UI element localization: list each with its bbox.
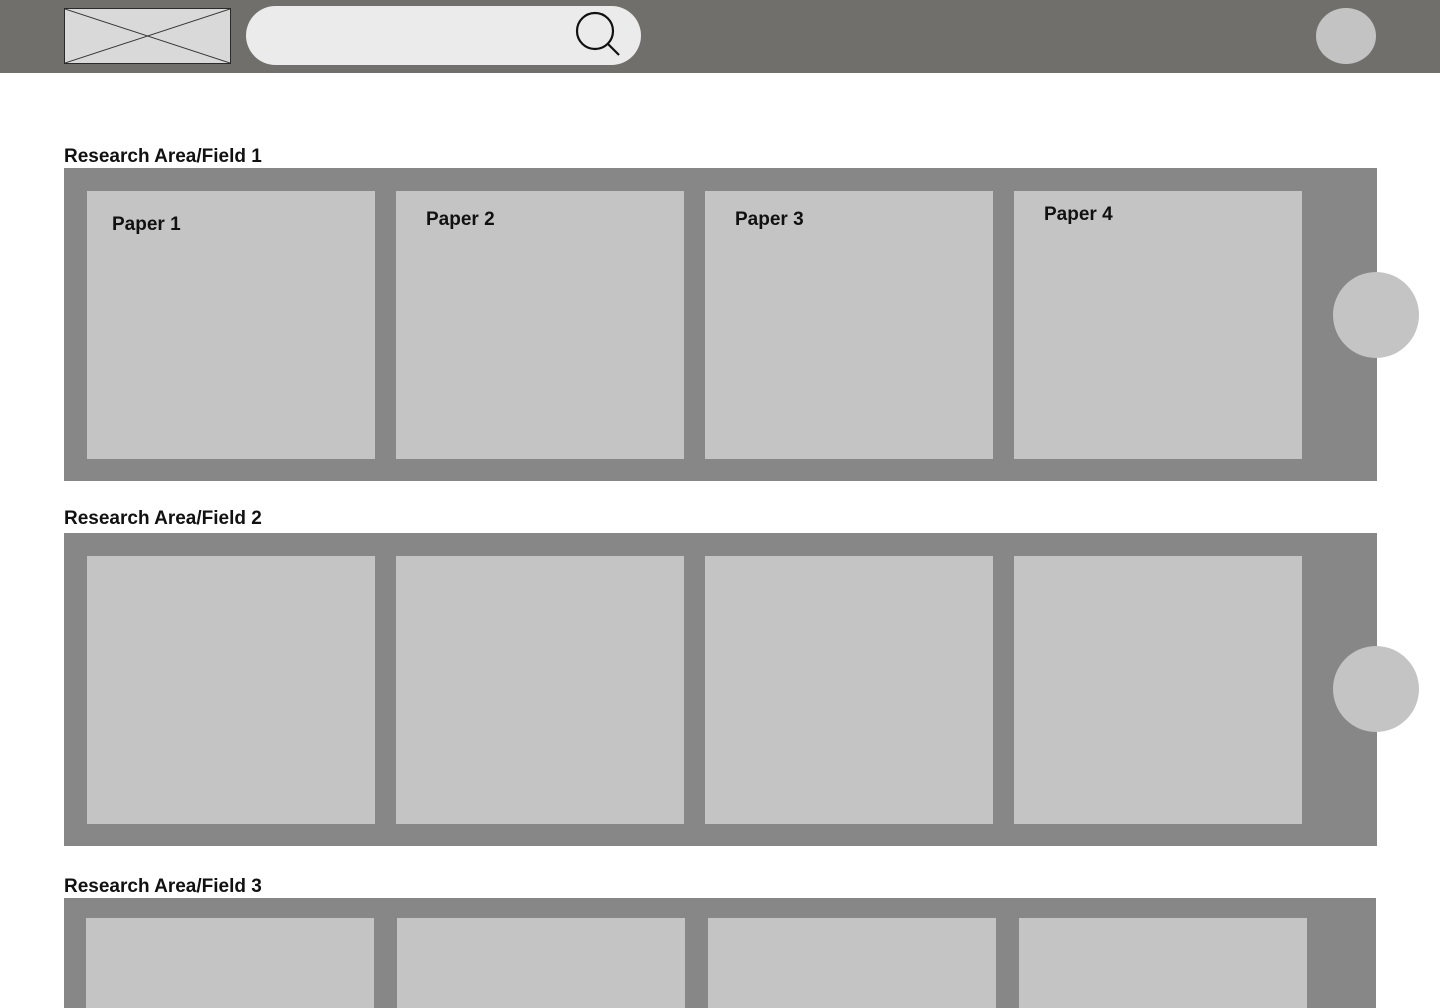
logo-placeholder-icon[interactable]	[64, 8, 231, 64]
paper-card[interactable]	[397, 918, 685, 1008]
paper-card[interactable]: Paper 1	[87, 191, 375, 459]
paper-title: Paper 2	[426, 209, 495, 230]
paper-carousel	[64, 898, 1376, 1008]
paper-title: Paper 4	[1044, 204, 1113, 225]
paper-card[interactable]: Paper 3	[705, 191, 993, 459]
next-arrow-button[interactable]	[1333, 272, 1419, 358]
paper-card[interactable]	[1014, 556, 1302, 824]
avatar[interactable]	[1316, 8, 1376, 64]
paper-card[interactable]: Paper 2	[396, 191, 684, 459]
paper-carousel: Paper 1 Paper 2 Paper 3 Paper 4	[64, 168, 1377, 481]
paper-card[interactable]	[396, 556, 684, 824]
top-bar	[0, 0, 1440, 73]
paper-card[interactable]	[86, 918, 374, 1008]
paper-carousel	[64, 533, 1377, 846]
paper-card[interactable]: Paper 4	[1014, 191, 1302, 459]
paper-card[interactable]	[705, 556, 993, 824]
paper-title: Paper 3	[735, 209, 804, 230]
paper-card[interactable]	[87, 556, 375, 824]
section-title: Research Area/Field 2	[64, 508, 262, 529]
search-icon[interactable]	[573, 9, 623, 59]
section-title: Research Area/Field 1	[64, 146, 262, 167]
section-title: Research Area/Field 3	[64, 876, 262, 897]
paper-card[interactable]	[708, 918, 996, 1008]
paper-title: Paper 1	[112, 214, 181, 235]
paper-card[interactable]	[1019, 918, 1307, 1008]
next-arrow-button[interactable]	[1333, 646, 1419, 732]
